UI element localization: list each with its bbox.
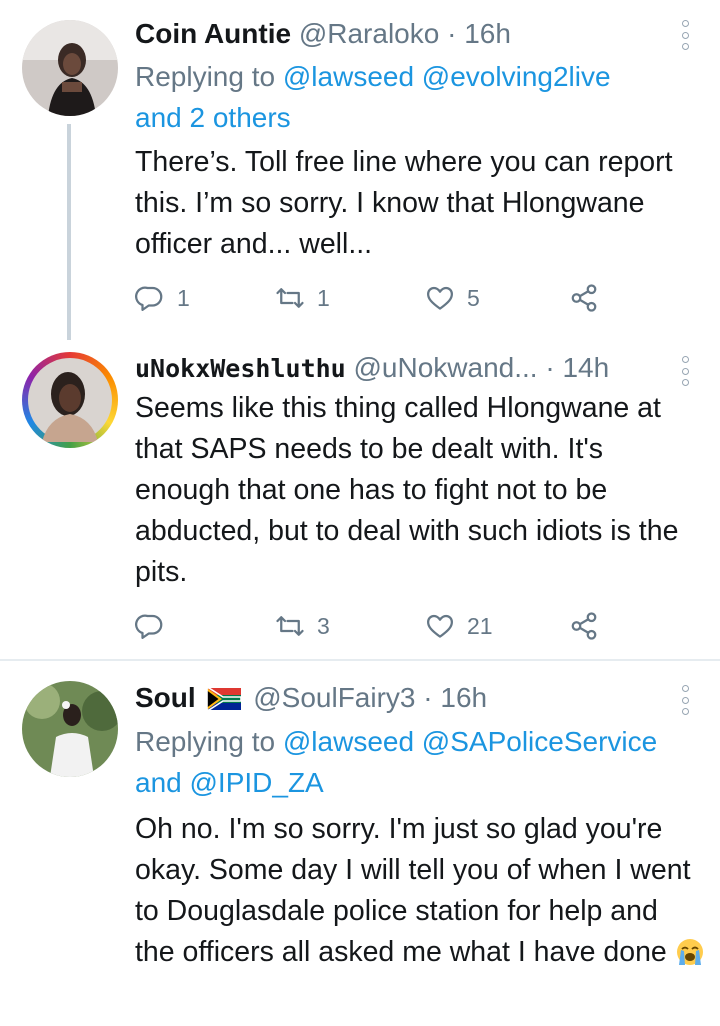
share-button[interactable] — [569, 278, 611, 318]
replying-to: Replying to @lawseed @evolving2live and … — [135, 56, 705, 138]
tweet-unokxweshluthu[interactable]: uNokxWeshluthu @uNokwand... · 14h Seems … — [0, 340, 720, 658]
user-handle[interactable]: @SoulFairy3 — [253, 682, 415, 713]
like-button[interactable]: 21 — [425, 606, 493, 646]
like-count: 21 — [467, 612, 493, 639]
reply-button[interactable]: 1 — [135, 278, 190, 318]
reply-count: 1 — [177, 284, 190, 311]
replying-to-ipid[interactable]: @IPID_ZA — [190, 767, 324, 798]
retweet-count: 1 — [317, 284, 330, 311]
replying-to-and: and — [135, 767, 182, 798]
tweet-text: Oh no. I'm so sorry. I'm just so glad yo… — [135, 813, 691, 968]
heart-icon — [427, 286, 453, 310]
separator-dot: · — [545, 352, 555, 383]
tweet-text-block: Oh no. I'm so sorry. I'm just so glad yo… — [135, 809, 705, 973]
separator-dot: · — [423, 682, 433, 713]
retweet-count: 3 — [317, 612, 330, 639]
more-vertical-icon[interactable] — [678, 356, 692, 386]
tweet-soul[interactable]: Soul @SoulFairy3 · 16h Replying to @laws… — [0, 661, 720, 1026]
avatar-unokxweshluthu[interactable] — [22, 352, 118, 448]
tweet-text: Seems like this thing called Hlongwane a… — [135, 392, 679, 588]
like-button[interactable]: 5 — [425, 278, 480, 318]
avatar-soul[interactable] — [22, 681, 118, 777]
south-africa-flag-icon — [207, 688, 242, 710]
timestamp[interactable]: 16h — [440, 682, 487, 713]
user-handle[interactable]: @uNokwand... — [354, 352, 538, 383]
timestamp[interactable]: 14h — [562, 352, 609, 383]
more-vertical-icon[interactable] — [678, 20, 692, 50]
display-name[interactable]: Coin Auntie — [135, 18, 291, 49]
replying-to-prefix: Replying to — [135, 726, 276, 757]
replying-to-others[interactable]: and 2 others — [135, 102, 291, 133]
separator-dot: · — [447, 18, 457, 49]
user-handle[interactable]: @Raraloko — [299, 18, 439, 49]
reply-button[interactable] — [135, 606, 177, 646]
tweet-header: Coin Auntie @Raraloko · 16h — [135, 16, 511, 52]
like-count: 5 — [467, 284, 480, 311]
heart-icon — [427, 614, 453, 638]
tweet-coin-auntie[interactable]: Coin Auntie @Raraloko · 16h Replying to … — [0, 0, 720, 340]
reply-icon — [135, 286, 163, 311]
display-name[interactable]: uNokxWeshluthu — [135, 354, 346, 383]
replying-to: Replying to @lawseed @SAPoliceService an… — [135, 721, 705, 803]
retweet-button[interactable]: 3 — [275, 606, 330, 646]
tweet-text: There’s. Toll free line where you can re… — [135, 146, 673, 260]
more-vertical-icon[interactable] — [678, 685, 692, 715]
replying-to-handles[interactable]: @lawseed @evolving2live — [283, 61, 611, 92]
tweet-header: Soul @SoulFairy3 · 16h — [135, 680, 487, 716]
thread-line — [67, 124, 71, 340]
tweet-actions: 3 21 — [135, 606, 605, 646]
retweet-icon — [276, 288, 304, 308]
retweet-button[interactable]: 1 — [275, 278, 330, 318]
replying-to-handles[interactable]: @lawseed @SAPoliceService — [283, 726, 657, 757]
share-icon — [571, 284, 597, 312]
avatar-coin-auntie[interactable] — [22, 20, 118, 116]
timestamp[interactable]: 16h — [464, 18, 511, 49]
tweet-header: uNokxWeshluthu @uNokwand... · 14h — [135, 350, 609, 387]
retweet-icon — [276, 616, 304, 636]
reply-icon — [135, 614, 163, 639]
display-name[interactable]: Soul — [135, 682, 196, 713]
share-icon — [571, 612, 597, 640]
tweet-actions: 1 1 5 — [135, 278, 605, 318]
replying-to-prefix: Replying to — [135, 61, 276, 92]
share-button[interactable] — [569, 606, 611, 646]
loudly-crying-face-emoji — [676, 939, 703, 965]
